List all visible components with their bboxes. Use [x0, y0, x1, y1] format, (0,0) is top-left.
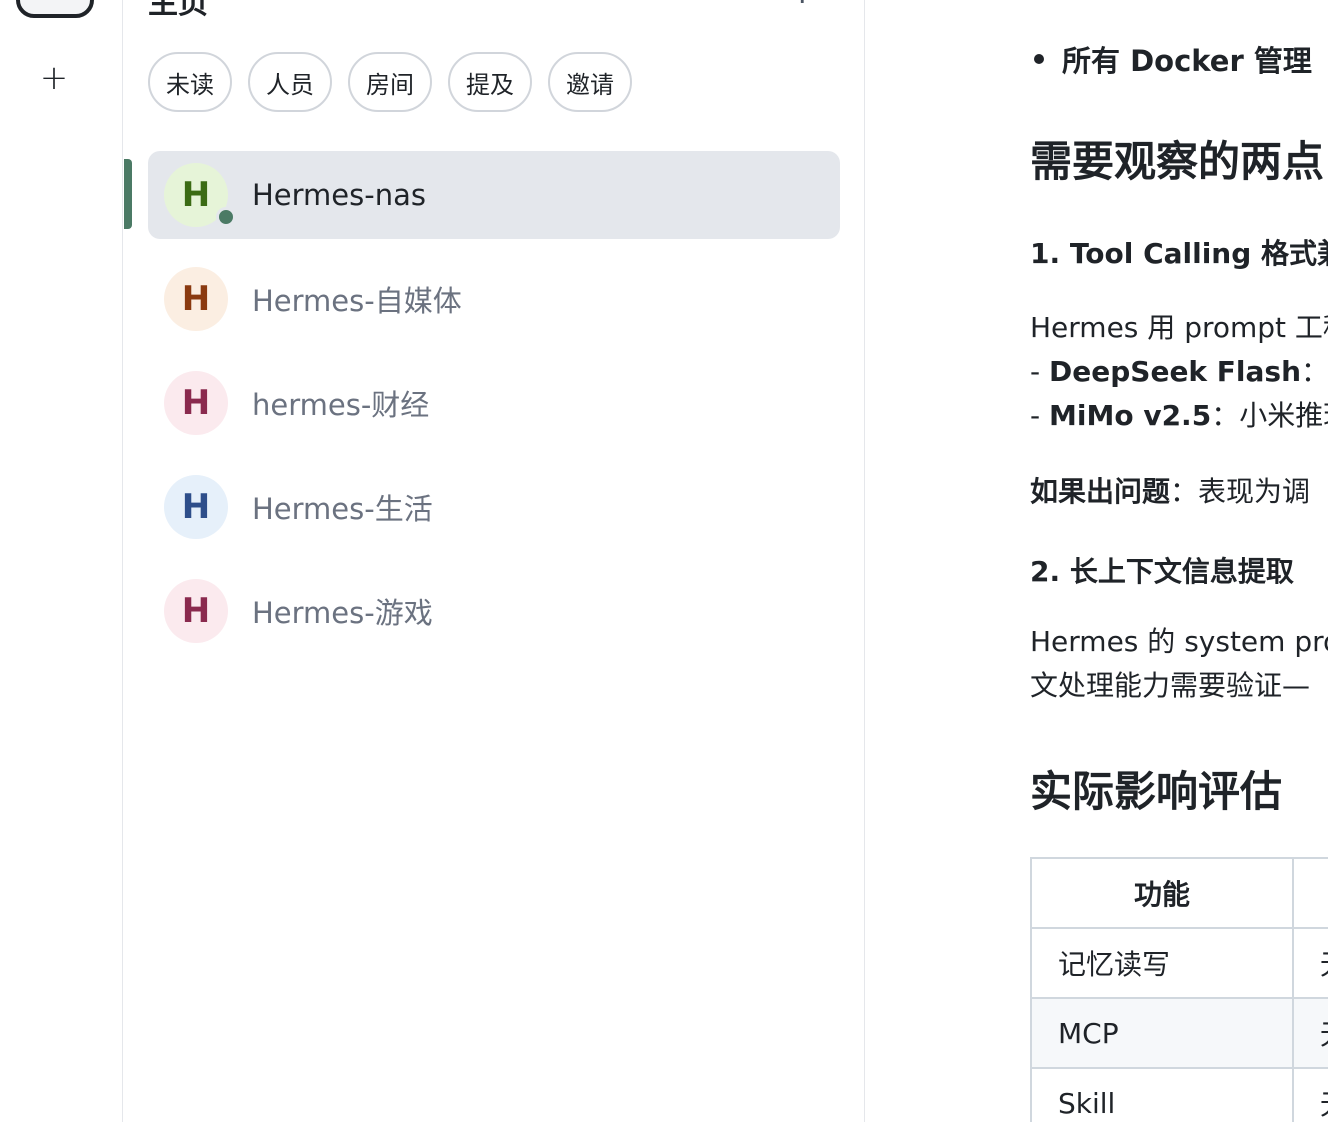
heading-impact: 实际影响评估 — [1030, 767, 1283, 816]
paragraph-line: - DeepSeek Flash：原 — [1030, 350, 1328, 394]
impact-table: 功能 记忆读写 无 MCP 无 Skill 无 — [1030, 857, 1328, 1122]
plus-icon: + — [39, 58, 69, 98]
paragraph-system-prompt: Hermes 的 system pro 文处理能力需要验证— — [1030, 620, 1328, 708]
table-cell: 无 — [1292, 1067, 1328, 1122]
bold-text: 如果出问题 — [1030, 475, 1171, 508]
table-cell: 记忆读写 — [1030, 927, 1294, 999]
paragraph-line: Hermes 用 prompt 工程 — [1030, 311, 1328, 344]
space-rail: + — [0, 0, 123, 1122]
filter-unread[interactable]: 未读 — [148, 52, 232, 112]
text-span: ：小米推理 — [1211, 399, 1328, 432]
room-item[interactable]: H Hermes-游戏 — [148, 567, 840, 655]
paragraph-hermes: Hermes 用 prompt 工程 - DeepSeek Flash：原 - … — [1030, 306, 1328, 438]
room-name: Hermes-生活 — [252, 492, 433, 526]
paragraph-line: Hermes 的 system pro — [1030, 625, 1328, 658]
room-item[interactable]: H Hermes-生活 — [148, 463, 840, 551]
compose-plus-icon[interactable]: + — [788, 0, 817, 12]
paragraph-line: - MiMo v2.5：小米推理 — [1030, 394, 1328, 438]
table-cell: 无 — [1292, 997, 1328, 1069]
table-header-cell — [1292, 857, 1328, 929]
home-space-icon[interactable] — [16, 0, 94, 18]
text-span: ：原 — [1301, 355, 1328, 388]
table-cell: Skill — [1030, 1067, 1294, 1122]
room-name: Hermes-游戏 — [252, 596, 433, 630]
room-filter-chips: 未读 人员 房间 提及 邀请 — [148, 52, 632, 112]
paragraph-line: 文处理能力需要验证— — [1030, 669, 1311, 702]
room-item[interactable]: Hhermes-财经 — [148, 359, 840, 447]
table-cell: 无 — [1292, 927, 1328, 999]
presence-dot-icon — [216, 207, 236, 227]
room-avatar: H — [164, 267, 228, 331]
heading-long-context: 2. 长上下文信息提取 — [1030, 555, 1294, 588]
heading-tool-calling: 1. Tool Calling 格式兼容 — [1030, 237, 1328, 270]
room-name: Hermes-自媒体 — [252, 284, 462, 318]
room-avatar: H — [164, 475, 228, 539]
room-item[interactable]: H Hermes-自媒体 — [148, 255, 840, 343]
list-item: 所有 Docker 管理 — [1034, 38, 1312, 80]
room-avatar: H — [164, 163, 236, 227]
room-list-panel: 主页 ··· + 未读 人员 房间 提及 邀请 H Hermes-nas H Herm… — [124, 0, 865, 1122]
filter-rooms[interactable]: 房间 — [348, 52, 432, 112]
bold-text: MiMo v2.5 — [1049, 399, 1212, 432]
room-item[interactable]: H Hermes-nas — [124, 151, 840, 239]
filter-people[interactable]: 人员 — [248, 52, 332, 112]
text-span: ：表现为调 — [1170, 475, 1311, 508]
filter-mentions[interactable]: 提及 — [448, 52, 532, 112]
table-header-cell: 功能 — [1030, 857, 1294, 929]
room-name: Hermes-nas — [252, 178, 426, 212]
room-list-title: 主页 — [148, 0, 208, 21]
table-cell: MCP — [1030, 997, 1294, 1069]
room-avatar: H — [164, 371, 228, 435]
add-space-button[interactable]: + — [30, 54, 78, 102]
room-list: H Hermes-nas H Hermes-自媒体 Hhermes-财经 H Hermes-… — [124, 151, 840, 671]
active-room-indicator — [124, 159, 132, 229]
bold-text: DeepSeek Flash — [1049, 355, 1302, 388]
filter-invites[interactable]: 邀请 — [548, 52, 632, 112]
more-horizontal-icon[interactable]: ··· — [716, 0, 749, 8]
message-content-pane: 所有 Docker 管理 需要观察的两点 1. Tool Calling 格式兼… — [866, 0, 1328, 1122]
room-avatar: H — [164, 579, 228, 643]
paragraph-issue: 如果出问题：表现为调 — [1030, 470, 1310, 514]
heading-observe: 需要观察的两点 — [1030, 137, 1325, 186]
room-name: hermes-财经 — [252, 388, 430, 422]
